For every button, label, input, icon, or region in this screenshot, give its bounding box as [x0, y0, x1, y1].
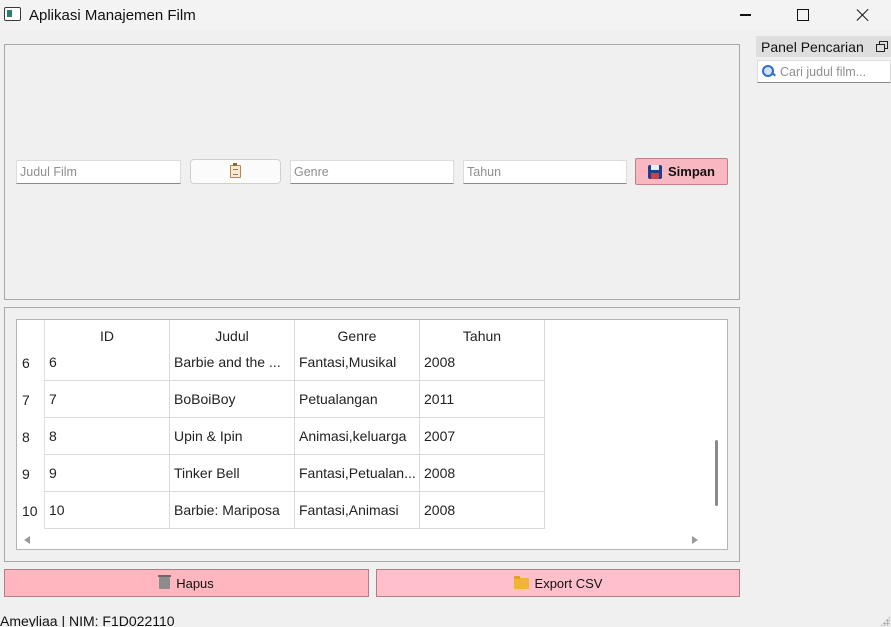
simpan-button[interactable]: Simpan	[635, 158, 728, 185]
film-table[interactable]: ID Judul Genre Tahun 6 6 Barbie and the …	[16, 319, 728, 550]
table-cell-judul[interactable]: Upin & Ipin	[170, 418, 295, 455]
horizontal-scrollbar[interactable]	[17, 530, 707, 549]
floppy-disk-icon	[648, 164, 663, 179]
row-header[interactable]: 9	[17, 455, 45, 492]
dock-float-icon[interactable]	[876, 41, 888, 52]
hapus-button[interactable]: Hapus	[4, 569, 369, 597]
table-cell-tahun[interactable]: 2007	[420, 418, 545, 455]
search-input[interactable]	[780, 61, 891, 82]
row-header[interactable]: 6	[17, 344, 45, 381]
table-cell-genre[interactable]: Petualangan	[295, 381, 420, 418]
app-window-icon	[4, 7, 21, 21]
maximize-button[interactable]	[780, 0, 826, 30]
export-csv-label: Export CSV	[534, 575, 603, 591]
minimize-button[interactable]	[722, 0, 768, 30]
table-cell-tahun[interactable]: 2008	[420, 344, 545, 381]
folder-icon	[513, 575, 529, 589]
table-cell-genre[interactable]: Animasi,keluarga	[295, 418, 420, 455]
table-cell-genre[interactable]: Fantasi,Animasi	[295, 492, 420, 529]
vertical-scroll-thumb[interactable]	[715, 440, 718, 506]
table-cell-genre[interactable]: Fantasi,Musikal	[295, 344, 420, 381]
simpan-label: Simpan	[668, 164, 715, 179]
status-bar-text: Ameyliaa | NIM: F1D022110	[0, 613, 175, 627]
genre-input[interactable]	[290, 160, 454, 184]
search-box	[757, 60, 891, 83]
close-button[interactable]	[840, 0, 886, 30]
title-bar: Aplikasi Manajemen Film	[0, 0, 891, 30]
hapus-label: Hapus	[176, 575, 214, 591]
table-cell-id[interactable]: 9	[45, 455, 170, 492]
table-cell-id[interactable]: 8	[45, 418, 170, 455]
trash-icon	[158, 575, 172, 589]
table-cell-id[interactable]: 10	[45, 492, 170, 529]
resize-grip-icon[interactable]	[880, 616, 890, 626]
scroll-left-arrow-icon[interactable]	[24, 536, 30, 544]
maximize-icon	[797, 9, 809, 21]
vertical-scrollbar[interactable]	[707, 320, 727, 530]
table-cell-judul[interactable]: Barbie and the ...	[170, 344, 295, 381]
tahun-input[interactable]	[463, 160, 627, 184]
close-icon	[856, 8, 870, 22]
judul-film-input[interactable]	[16, 160, 181, 184]
table-cell-tahun[interactable]: 2008	[420, 455, 545, 492]
table-cell-judul[interactable]: BoBoiBoy	[170, 381, 295, 418]
table-cell-genre[interactable]: Fantasi,Petualan...	[295, 455, 420, 492]
table-cell-tahun[interactable]: 2008	[420, 492, 545, 529]
row-header[interactable]: 7	[17, 381, 45, 418]
scroll-right-arrow-icon[interactable]	[692, 536, 698, 544]
table-cell-judul[interactable]: Barbie: Mariposa	[170, 492, 295, 529]
clipboard-icon	[230, 163, 241, 178]
export-csv-button[interactable]: Export CSV	[376, 569, 740, 597]
dock-title: Panel Pencarian	[761, 38, 864, 55]
table-cell-judul[interactable]: Tinker Bell	[170, 455, 295, 492]
table-cell-id[interactable]: 6	[45, 344, 170, 381]
row-header[interactable]: 8	[17, 418, 45, 455]
row-header[interactable]: 10	[17, 492, 45, 529]
clipboard-button[interactable]	[190, 159, 281, 184]
window-title: Aplikasi Manajemen Film	[29, 7, 196, 24]
minimize-icon	[739, 14, 751, 16]
search-icon	[762, 64, 776, 79]
table-cell-tahun[interactable]: 2011	[420, 381, 545, 418]
table-cell-id[interactable]: 7	[45, 381, 170, 418]
search-dock-header: Panel Pencarian	[756, 36, 891, 57]
